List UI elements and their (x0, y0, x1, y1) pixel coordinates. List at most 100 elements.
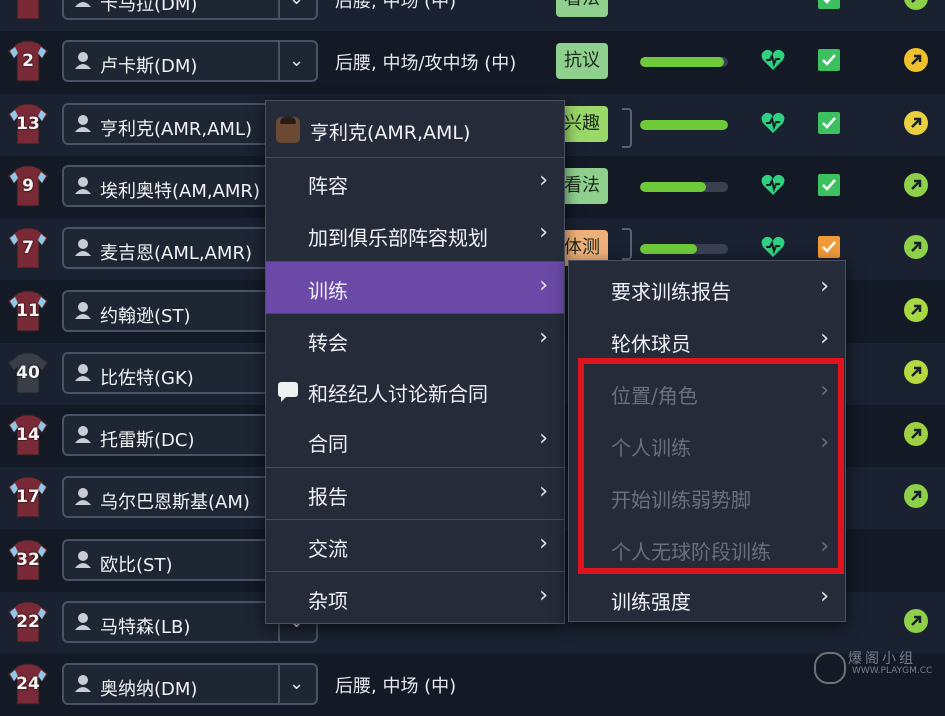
chevron-down-icon: ⌄ (289, 0, 304, 9)
player-name: 马特森(LB) (100, 617, 191, 638)
checkbox-icon[interactable] (818, 0, 840, 9)
shirt-number: 14 (16, 425, 40, 446)
submenu-item-label: 要求训练报告 (611, 280, 731, 304)
condition-bar-fill (640, 244, 698, 255)
player-row[interactable]: 2 卢卡斯(DM) ⌄ 后腰, 中场/攻中场 (中) 抗议 (0, 31, 945, 94)
player-row[interactable]: 卡马拉(DM) ⌄ 后腰, 中场 (中) 看法 (0, 0, 945, 31)
condition-bar-fill (640, 181, 706, 192)
status-indicator-icon (904, 359, 928, 384)
person-icon (75, 426, 91, 444)
player-dropdown-button[interactable]: ⌄ (278, 665, 316, 704)
jersey-icon: 11 (6, 289, 50, 333)
jersey-icon: 7 (6, 226, 50, 270)
jersey-icon: 40 (6, 351, 50, 395)
player-row[interactable]: 24 奥纳纳(DM) ⌄ 后腰, 中场 (中) (0, 654, 945, 716)
condition-bar-fill (640, 119, 728, 130)
shirt-number: 32 (16, 549, 40, 570)
chevron-right-icon: › (820, 274, 829, 299)
person-icon (75, 176, 91, 194)
heart-icon (761, 174, 785, 195)
bracket-divider (622, 228, 632, 260)
annotation-highlight-box (578, 358, 844, 574)
player-context-menu: 亨利克(AMR,AML) 阵容 › 加到俱乐部阵容规划 › 训练 › 转会 › … (265, 100, 565, 624)
checkbox-icon[interactable] (818, 236, 840, 259)
person-icon (75, 488, 91, 506)
menu-item-label: 和经纪人讨论新合同 (308, 382, 488, 406)
status-indicator-icon (904, 422, 928, 447)
menu-item-label: 训练 (308, 279, 348, 303)
chevron-right-icon: › (539, 168, 548, 193)
status-indicator-icon (904, 235, 928, 260)
status-tag: 看法 (556, 0, 608, 17)
player-name: 奥纳纳(DM) (100, 679, 198, 701)
player-name: 托雷斯(DC) (100, 430, 195, 452)
player-name-selector[interactable]: 奥纳纳(DM) ⌄ (62, 663, 318, 706)
checkbox-icon[interactable] (818, 111, 840, 134)
context-menu-header: 亨利克(AMR,AML) (266, 101, 564, 158)
heart-icon (761, 112, 785, 133)
person-icon (75, 239, 91, 257)
shirt-number: 9 (22, 175, 34, 196)
status-indicator-icon (904, 48, 928, 73)
shirt-number: 13 (16, 113, 40, 134)
heart-icon (761, 50, 785, 71)
person-icon (75, 675, 91, 693)
person-icon (75, 52, 91, 70)
chevron-right-icon: › (539, 325, 548, 350)
menu-item-discuss-contract-with-agent[interactable]: 和经纪人讨论新合同 (266, 365, 564, 417)
status-indicator-icon (904, 297, 928, 322)
menu-item-label: 报告 (308, 485, 348, 509)
player-name-selector[interactable]: 卢卡斯(DM) ⌄ (62, 40, 318, 83)
player-name-selector[interactable]: 卡马拉(DM) ⌄ (62, 0, 318, 20)
chevron-right-icon: › (539, 531, 548, 556)
submenu-item-request-training-report[interactable]: 要求训练报告 › (569, 263, 845, 315)
shirt-number: 40 (16, 362, 40, 383)
player-dropdown-button[interactable]: ⌄ (278, 42, 316, 81)
player-name: 卢卡斯(DM) (100, 56, 198, 78)
person-icon (75, 301, 91, 319)
status-indicator-icon (904, 609, 928, 633)
shirt-number: 2 (22, 51, 34, 72)
menu-item-add-to-squad-planner[interactable]: 加到俱乐部阵容规划 › (266, 209, 564, 261)
chevron-right-icon: › (539, 220, 548, 245)
chevron-right-icon: › (820, 584, 829, 609)
jersey-icon: 22 (6, 600, 50, 644)
player-position: 后腰, 中场 (中) (335, 676, 457, 698)
menu-item-training[interactable]: 训练 › (266, 261, 564, 313)
menu-item-squad[interactable]: 阵容 › (266, 157, 564, 209)
jersey-icon: 14 (6, 413, 50, 457)
chat-bubble-icon (278, 382, 298, 402)
heart-icon (761, 237, 785, 258)
jersey-icon: 2 (6, 39, 50, 83)
player-name: 比佐特(GK) (100, 367, 194, 389)
menu-item-interaction[interactable]: 交流 › (266, 519, 564, 571)
player-name: 卡马拉(DM) (100, 0, 198, 15)
person-icon (75, 363, 91, 381)
checkbox-icon[interactable] (818, 173, 840, 196)
player-name: 乌尔巴恩斯基(AM) (100, 492, 250, 514)
chevron-right-icon: › (539, 479, 548, 504)
chevron-right-icon: › (539, 426, 548, 451)
menu-item-transfer[interactable]: 转会 › (266, 313, 564, 365)
condition-bar (640, 181, 728, 192)
condition-bar (640, 244, 728, 255)
chevron-right-icon: › (539, 583, 548, 608)
menu-item-reports[interactable]: 报告 › (266, 467, 564, 519)
player-dropdown-button[interactable]: ⌄ (278, 0, 316, 18)
menu-item-misc[interactable]: 杂项 › (266, 571, 564, 623)
menu-item-label: 杂项 (308, 589, 348, 613)
condition-bar-fill (640, 57, 724, 68)
submenu-item-training-intensity[interactable]: 训练强度 › (569, 573, 845, 625)
chevron-down-icon: ⌄ (289, 673, 305, 695)
status-indicator-icon (904, 0, 928, 10)
checkbox-icon[interactable] (818, 49, 840, 72)
watermark-text: 爆阁小组 (848, 651, 916, 667)
menu-item-contract[interactable]: 合同 › (266, 415, 564, 467)
status-indicator-icon (904, 172, 928, 197)
status-tag: 抗议 (556, 43, 608, 80)
person-icon (75, 2, 91, 7)
menu-item-label: 阵容 (308, 174, 348, 198)
player-name: 埃利奥特(AM,AMR) (100, 180, 260, 202)
condition-bar (640, 119, 728, 130)
menu-item-label: 合同 (308, 432, 348, 456)
